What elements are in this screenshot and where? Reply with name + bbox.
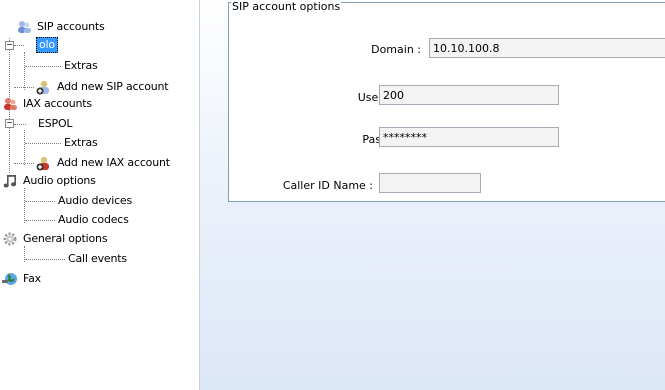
group-title: SIP account options — [231, 0, 342, 14]
domain-label: Domain : — [371, 43, 421, 56]
settings-tree[interactable]: SIP accounts − olo Extras Add new SIP ac… — [0, 0, 200, 390]
tree-item-sip-extras[interactable]: Extras — [62, 57, 100, 75]
tree-line — [25, 259, 65, 260]
add-user-icon — [36, 79, 52, 95]
domain-input[interactable] — [429, 38, 665, 58]
options-panel: SIP account options Domain : Username : … — [200, 0, 665, 390]
tree-item-general-options[interactable]: General options — [2, 230, 109, 248]
tree-item-label: Extras — [64, 59, 98, 72]
tree-item-sip-accounts[interactable]: SIP accounts — [16, 18, 107, 36]
iax-users-icon — [2, 96, 18, 112]
tree-line — [25, 66, 61, 67]
tree-item-label: olo — [36, 37, 58, 53]
tree-line — [24, 130, 25, 165]
tree-item-label: Call events — [68, 252, 127, 265]
collapse-toggle-icon[interactable]: − — [5, 41, 14, 50]
tree-item-label: ESPOL — [38, 117, 73, 130]
add-user-icon — [36, 155, 52, 171]
tree-line — [25, 220, 55, 221]
collapse-toggle-icon[interactable]: − — [5, 119, 14, 128]
tree-item-label: General options — [23, 232, 108, 245]
tree-line — [24, 52, 25, 90]
caller-id-name-label: Caller ID Name : — [282, 179, 373, 192]
tree-line — [14, 163, 34, 164]
tree-line — [25, 143, 61, 144]
tree-line — [25, 201, 55, 202]
tree-line — [24, 188, 25, 223]
sip-account-options-group: SIP account options Domain : Username : … — [228, 0, 665, 202]
tree-item-sip-account-olo[interactable]: olo — [36, 36, 58, 54]
tree-line — [14, 87, 34, 88]
username-input[interactable] — [379, 85, 559, 105]
tree-item-label: SIP accounts — [37, 20, 105, 33]
password-input[interactable] — [379, 127, 559, 147]
tree-line — [14, 45, 24, 46]
tree-item-add-sip-account[interactable]: Add new SIP account — [36, 78, 170, 96]
caller-id-name-input[interactable] — [379, 173, 481, 193]
tree-item-fax[interactable]: Fax — [2, 270, 43, 288]
music-note-icon — [2, 173, 18, 189]
tree-item-iax-accounts[interactable]: IAX accounts — [2, 95, 94, 113]
tree-item-audio-options[interactable]: Audio options — [2, 172, 98, 190]
tree-item-label: Audio options — [23, 174, 96, 187]
tree-item-label: Audio devices — [58, 194, 133, 207]
tree-item-label: Audio codecs — [58, 213, 129, 226]
gear-icon — [2, 231, 18, 247]
sip-users-icon — [16, 19, 32, 35]
tree-item-label: Extras — [64, 136, 98, 149]
tree-item-label: IAX accounts — [23, 97, 92, 110]
tree-item-label: Fax — [23, 272, 41, 285]
tree-item-add-iax-account[interactable]: Add new IAX account — [36, 154, 172, 172]
tree-item-audio-devices[interactable]: Audio devices — [56, 192, 134, 210]
tree-item-call-events[interactable]: Call events — [66, 250, 129, 268]
tree-item-iax-extras[interactable]: Extras — [62, 134, 100, 152]
fax-globe-icon — [2, 271, 18, 287]
tree-item-label: Add new IAX account — [57, 156, 170, 169]
tree-item-audio-codecs[interactable]: Audio codecs — [56, 211, 131, 229]
tree-line — [14, 124, 26, 125]
tree-item-label: Add new SIP account — [57, 80, 169, 93]
tree-item-iax-account-espol[interactable]: ESPOL — [36, 115, 74, 133]
